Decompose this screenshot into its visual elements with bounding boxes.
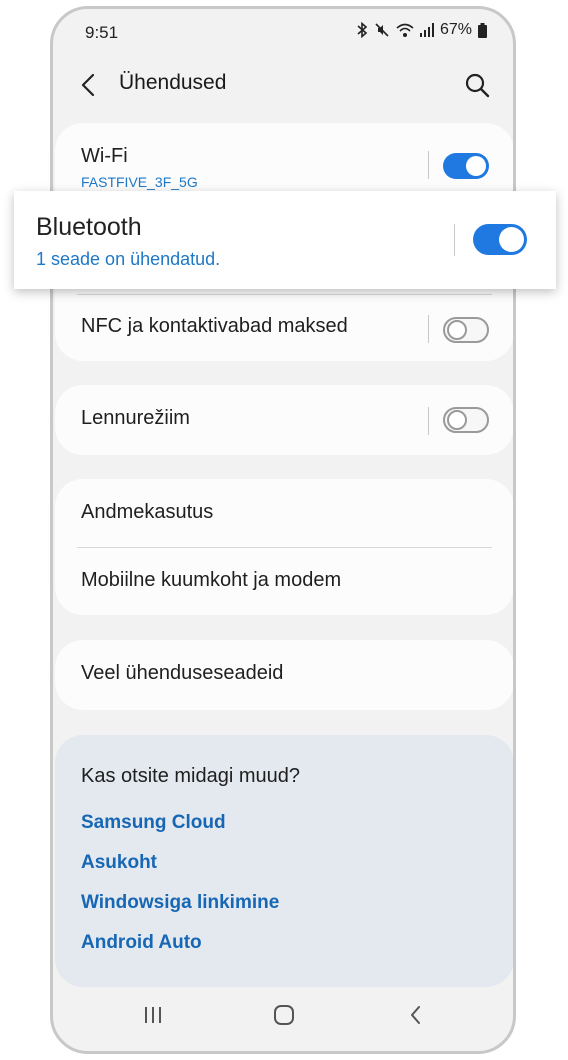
phone-frame: 9:51 67% Ühendused Wi-Fi FASTFIVE_3F_5G …: [50, 6, 516, 1054]
bluetooth-status: 1 seade on ühendatud.: [36, 249, 221, 269]
divider: [77, 294, 492, 295]
back-icon: [411, 1006, 420, 1024]
home-button[interactable]: [264, 997, 304, 1033]
data-usage-label: Andmekasutus: [81, 501, 214, 523]
nav-back-button[interactable]: [396, 997, 436, 1033]
app-header: Ühendused: [53, 57, 513, 117]
bluetooth-separator: [454, 224, 455, 256]
wifi-row[interactable]: Wi-Fi FASTFIVE_3F_5G: [81, 145, 494, 195]
bluetooth-row-highlight[interactable]: Bluetooth 1 seade on ühendatud.: [14, 191, 556, 289]
status-time: 9:51: [85, 23, 119, 42]
toggle-knob: [499, 227, 524, 252]
suggestions-title: Kas otsite midagi muud?: [81, 765, 301, 787]
more-settings-row[interactable]: Veel ühenduseseadeid: [81, 662, 494, 692]
link-windows[interactable]: Windowsiga linkimine: [81, 892, 279, 914]
chevron-left-icon: [81, 73, 95, 97]
home-icon: [274, 1005, 294, 1025]
toggle-knob: [447, 320, 467, 340]
toggle-knob: [466, 156, 486, 176]
wifi-network: FASTFIVE_3F_5G: [81, 174, 198, 190]
hotspot-row[interactable]: Mobiilne kuumkoht ja modem: [81, 569, 494, 599]
page-title: Ühendused: [119, 71, 227, 94]
airplane-toggle[interactable]: [443, 407, 489, 433]
status-bar: 9:51 67%: [53, 9, 513, 55]
toggle-knob: [447, 410, 467, 430]
nfc-toggle[interactable]: [443, 317, 489, 343]
more-settings-label: Veel ühenduseseadeid: [81, 662, 284, 684]
wifi-label: Wi-Fi: [81, 145, 128, 167]
suggestions-card: Kas otsite midagi muud? Samsung Cloud As…: [55, 735, 513, 987]
link-samsung-cloud[interactable]: Samsung Cloud: [81, 812, 226, 834]
airplane-row[interactable]: Lennurežiim: [81, 407, 494, 437]
data-usage-row[interactable]: Andmekasutus: [81, 501, 494, 531]
back-button[interactable]: [75, 67, 105, 103]
recent-apps-icon: [145, 1007, 161, 1023]
divider: [77, 547, 492, 548]
hotspot-label: Mobiilne kuumkoht ja modem: [81, 569, 342, 591]
more-card: Veel ühenduseseadeid: [55, 640, 513, 710]
link-android-auto[interactable]: Android Auto: [81, 932, 202, 954]
battery-text: 67%: [439, 21, 472, 38]
signal-icon: [419, 23, 434, 37]
airplane-separator: [428, 407, 429, 435]
airplane-label: Lennurežiim: [81, 407, 190, 429]
recent-apps-button[interactable]: [133, 997, 173, 1033]
battery-icon: [478, 22, 487, 38]
nfc-separator: [428, 315, 429, 343]
wifi-icon: [396, 23, 414, 38]
data-card: Andmekasutus Mobiilne kuumkoht ja modem: [55, 479, 513, 615]
search-icon: [465, 73, 490, 98]
bluetooth-label: Bluetooth: [36, 213, 142, 241]
search-button[interactable]: [461, 69, 493, 101]
bluetooth-icon: [356, 22, 368, 38]
bluetooth-toggle[interactable]: [473, 224, 527, 255]
wifi-separator: [428, 151, 429, 179]
link-location[interactable]: Asukoht: [81, 852, 157, 874]
nfc-label: NFC ja kontaktivabad maksed: [81, 315, 348, 337]
navigation-bar: [53, 987, 513, 1051]
airplane-card: Lennurežiim: [55, 385, 513, 455]
status-icons: 67%: [356, 21, 487, 39]
wifi-toggle[interactable]: [443, 153, 489, 179]
mute-icon: [374, 22, 390, 38]
nfc-row[interactable]: NFC ja kontaktivabad maksed: [81, 315, 494, 345]
